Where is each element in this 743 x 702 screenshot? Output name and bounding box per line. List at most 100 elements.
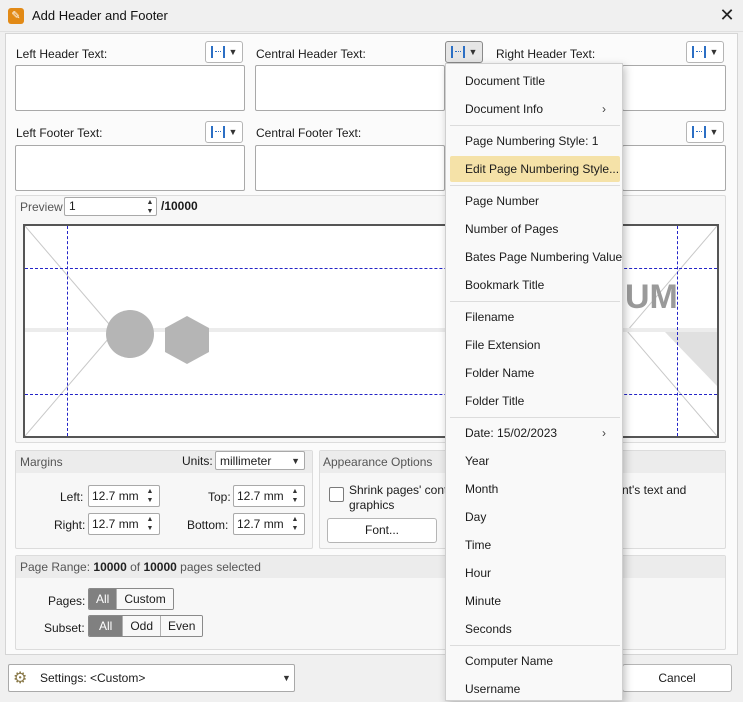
top-margin-value: 12.7 mm — [237, 489, 284, 503]
shrink-pages-label-1: Shrink pages' cont — [349, 483, 448, 497]
right-header-input[interactable] — [622, 65, 726, 111]
top-margin-spinner[interactable]: 12.7 mm ▲ ▼ — [233, 485, 305, 507]
left-footer-insert-button[interactable]: ▼ — [205, 121, 243, 143]
spin-arrows-icon[interactable]: ▲ ▼ — [289, 487, 301, 505]
central-header-input[interactable] — [255, 65, 445, 111]
right-footer-insert-button[interactable]: ▼ — [686, 121, 724, 143]
preview-label: Preview — [20, 200, 63, 214]
field-insert-icon — [210, 126, 225, 138]
shrink-pages-checkbox[interactable] — [329, 487, 344, 502]
chevron-right-icon: › — [602, 426, 606, 440]
menu-separator — [450, 417, 620, 418]
menu-item-hour[interactable]: Hour — [450, 560, 620, 586]
preview-watermark-text: UM — [625, 278, 678, 316]
left-header-insert-button[interactable]: ▼ — [205, 41, 243, 63]
spin-arrows-icon[interactable]: ▲ ▼ — [144, 515, 156, 533]
left-margin-value: 12.7 mm — [92, 489, 139, 503]
chevron-down-icon: ▼ — [228, 127, 238, 137]
left-margin-spinner[interactable]: 12.7 mm ▲ ▼ — [88, 485, 160, 507]
subset-odd-option[interactable]: Odd — [123, 616, 162, 636]
spin-arrows-icon[interactable]: ▲ ▼ — [144, 198, 156, 215]
menu-item-date[interactable]: Date: 15/02/2023 › — [450, 420, 620, 446]
top-margin-label: Top: — [208, 490, 231, 504]
menu-separator — [450, 301, 620, 302]
left-header-input[interactable] — [15, 65, 245, 111]
menu-item-edit-page-numbering-style[interactable]: Edit Page Numbering Style... — [450, 156, 620, 182]
menu-item-file-extension[interactable]: File Extension — [450, 332, 620, 358]
guide-right — [677, 226, 678, 436]
menu-item-document-info[interactable]: Document Info › — [450, 96, 620, 122]
pages-custom-option[interactable]: Custom — [117, 589, 173, 609]
menu-item-document-title[interactable]: Document Title — [450, 68, 620, 94]
chevron-down-icon: ▼ — [228, 47, 238, 57]
menu-item-month[interactable]: Month — [450, 476, 620, 502]
menu-item-page-number[interactable]: Page Number — [450, 188, 620, 214]
pages-segmented: All Custom — [88, 588, 174, 610]
bottom-margin-spinner[interactable]: 12.7 mm ▲ ▼ — [233, 513, 305, 535]
menu-item-time[interactable]: Time — [450, 532, 620, 558]
gear-icon: ⚙ — [13, 670, 28, 687]
preview-page-total: /10000 — [161, 199, 198, 213]
menu-item-bookmark-title[interactable]: Bookmark Title — [450, 272, 620, 298]
preview-page-spinner[interactable]: 1 ▲ ▼ — [64, 197, 157, 216]
menu-item-username[interactable]: Username — [450, 676, 620, 702]
menu-item-minute[interactable]: Minute — [450, 588, 620, 614]
appearance-title: Appearance Options — [323, 455, 433, 469]
left-header-label: Left Header Text: — [16, 47, 108, 61]
spin-arrows-icon[interactable]: ▲ ▼ — [144, 487, 156, 505]
central-footer-input[interactable] — [255, 145, 445, 191]
chevron-down-icon: ▼ — [709, 47, 719, 57]
menu-separator — [450, 185, 620, 186]
units-label: Units: — [182, 454, 213, 468]
right-margin-spinner[interactable]: 12.7 mm ▲ ▼ — [88, 513, 160, 535]
subset-label: Subset: — [44, 621, 85, 635]
menu-separator — [450, 125, 620, 126]
field-insert-icon — [691, 126, 706, 138]
pages-label: Pages: — [48, 594, 86, 608]
right-header-label: Right Header Text: — [496, 47, 596, 61]
chevron-down-icon: ▼ — [709, 127, 719, 137]
chevron-down-icon: ▼ — [468, 47, 478, 57]
bottom-margin-value: 12.7 mm — [237, 517, 284, 531]
central-footer-label: Central Footer Text: — [256, 126, 362, 140]
menu-item-computer-name[interactable]: Computer Name — [450, 648, 620, 674]
right-margin-value: 12.7 mm — [92, 517, 139, 531]
pdf-xchange-icon: ✎ — [8, 8, 24, 24]
units-value: millimeter — [220, 453, 272, 468]
pages-all-option[interactable]: All — [89, 589, 118, 609]
menu-item-folder-title[interactable]: Folder Title — [450, 388, 620, 414]
field-insert-icon — [210, 46, 225, 58]
menu-item-bates-page-numbering[interactable]: Bates Page Numbering Value — [450, 244, 622, 270]
guide-left — [67, 226, 68, 436]
menu-item-number-of-pages[interactable]: Number of Pages — [450, 216, 620, 242]
menu-item-filename[interactable]: Filename — [450, 304, 620, 330]
window-title: Add Header and Footer — [32, 8, 168, 23]
menu-item-seconds[interactable]: Seconds — [450, 616, 620, 642]
spin-arrows-icon[interactable]: ▲ ▼ — [289, 515, 301, 533]
central-header-insert-button[interactable]: ▼ — [445, 41, 483, 63]
menu-item-page-numbering-style[interactable]: Page Numbering Style: 1 — [450, 128, 620, 154]
margins-title: Margins — [20, 455, 63, 469]
field-insert-icon — [450, 46, 465, 58]
right-header-insert-button[interactable]: ▼ — [686, 41, 724, 63]
menu-item-year[interactable]: Year — [450, 448, 620, 474]
left-footer-input[interactable] — [15, 145, 245, 191]
subset-even-option[interactable]: Even — [161, 616, 203, 636]
subset-segmented: All Odd Even — [88, 615, 204, 637]
menu-item-folder-name[interactable]: Folder Name — [450, 360, 620, 386]
page-range-title: Page Range: 10000 of 10000 pages selecte… — [20, 560, 261, 574]
right-footer-input[interactable] — [622, 145, 726, 191]
font-button[interactable]: Font... — [327, 518, 437, 543]
bottom-margin-label: Bottom: — [187, 518, 229, 532]
close-icon[interactable]: ✕ — [716, 4, 738, 26]
chevron-right-icon: › — [602, 102, 606, 116]
shrink-pages-label-2: graphics — [349, 498, 395, 512]
settings-value: <Custom> — [90, 671, 146, 685]
appearance-right-label: nt's text and — [622, 483, 687, 497]
units-select[interactable]: millimeter ▼ — [215, 451, 305, 470]
right-margin-label: Right: — [54, 518, 86, 532]
field-insert-icon — [691, 46, 706, 58]
subset-all-option[interactable]: All — [89, 616, 124, 636]
menu-item-day[interactable]: Day — [450, 504, 620, 530]
cancel-button[interactable]: Cancel — [622, 664, 732, 692]
